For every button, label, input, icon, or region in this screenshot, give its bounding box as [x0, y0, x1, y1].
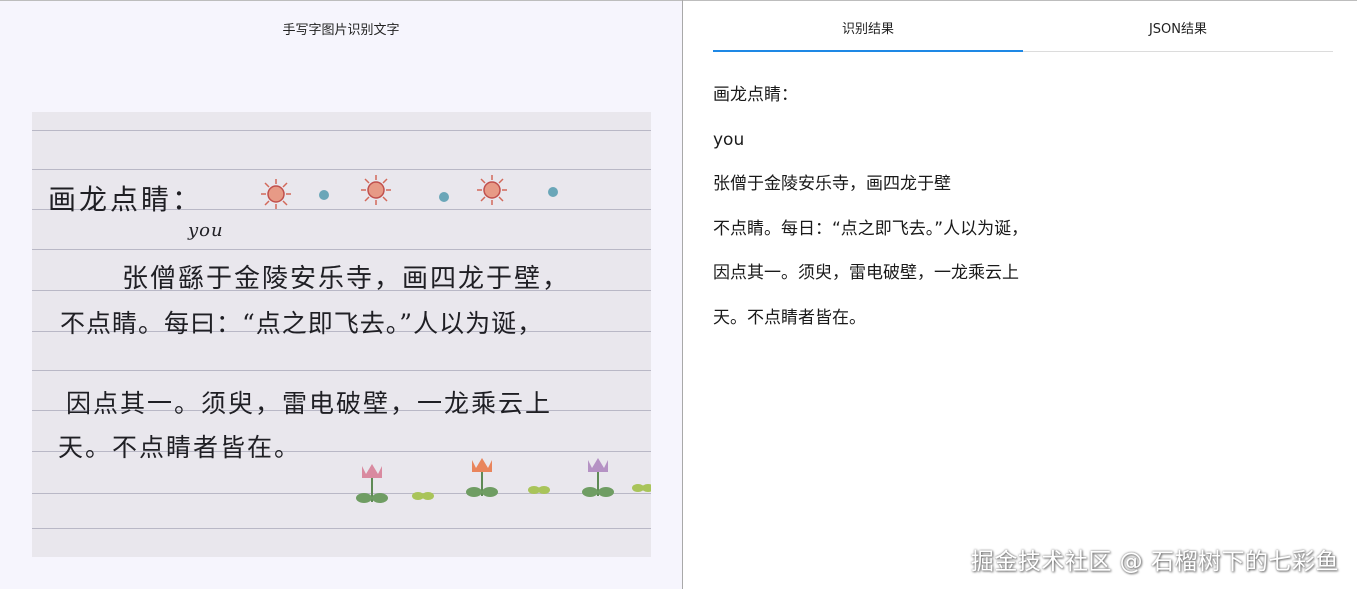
result-line: 张僧于金陵安乐寺，画四龙于壁 [713, 174, 951, 194]
flower-icon [466, 458, 498, 497]
dot-icon [548, 187, 558, 197]
sun-icon [477, 175, 507, 205]
leaf-icon [412, 492, 434, 500]
leaf-icon [632, 484, 651, 492]
handwritten-line: 张僧繇于金陵安乐寺，画四龙于壁， [122, 264, 571, 294]
flower-icon [582, 458, 614, 497]
handwritten-line: 不点睛。每曰：“点之即飞去。”人以为诞， [60, 309, 544, 338]
tab-json-result[interactable]: JSON结果 [1023, 18, 1333, 37]
sun-icon [261, 179, 291, 209]
result-line: 因点其一。须臾，雷电破壁，一龙乘云上 [713, 263, 1019, 283]
recognition-result-text: 画龙点睛： you 张僧于金陵安乐寺，画四龙于壁 不点睛。每日：“点之即飞去。”… [713, 84, 1313, 351]
tab-recognition-result[interactable]: 识别结果 [713, 18, 1023, 37]
result-line: 不点睛。每日：“点之即飞去。”人以为诞， [713, 218, 1029, 239]
result-tabs: 识别结果 JSON结果 [713, 0, 1333, 53]
image-panel: 手写字图片识别文字 画龙点睛： you 张僧繇于金陵安乐寺，画四龙于壁， 不点睛… [0, 1, 682, 589]
notebook-rule [32, 528, 651, 529]
active-tab-indicator [713, 50, 1023, 52]
panel-title: 手写字图片识别文字 [282, 23, 400, 38]
result-line: you [713, 129, 745, 150]
handwritten-line: 天。不点睛者皆在。 [58, 433, 302, 462]
leaf-icon [528, 486, 550, 494]
result-line: 画龙点睛： [713, 85, 798, 105]
flower-icon [356, 464, 388, 503]
handwritten-line: 画龙点睛： [48, 183, 204, 216]
notebook-rule [32, 370, 651, 371]
result-line: 天。不点睛者皆在。 [713, 307, 866, 328]
notebook-rule [32, 249, 651, 250]
sun-icon [361, 175, 391, 205]
dot-icon [319, 190, 329, 200]
notebook-rule [32, 169, 651, 170]
handwritten-line: 因点其一。须臾，雷电破壁，一龙乘云上 [66, 389, 553, 418]
uploaded-handwriting-image: 画龙点睛： you 张僧繇于金陵安乐寺，画四龙于壁， 不点睛。每曰：“点之即飞去… [32, 112, 651, 557]
panel-divider [682, 0, 683, 589]
notebook-rule [32, 130, 651, 131]
notebook-rule [32, 493, 651, 494]
handwritten-line: you [188, 220, 224, 241]
dot-icon [439, 192, 449, 202]
watermark: 掘金技术社区 @ 石榴树下的七彩鱼 [970, 549, 1339, 575]
